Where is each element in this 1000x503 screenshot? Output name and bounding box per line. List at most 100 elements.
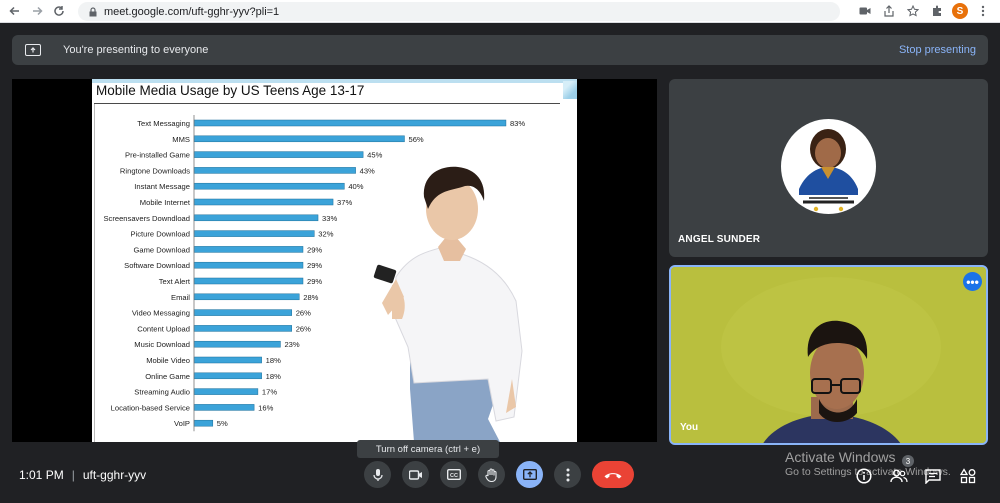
value-label: 18% [266,356,281,365]
bar [193,182,345,190]
value-label: 17% [262,388,277,397]
value-label: 56% [408,135,423,144]
present-button[interactable] [516,461,543,488]
category-label: Screensavers Downdload [103,214,190,223]
share-icon[interactable] [880,2,898,20]
self-label: You [680,422,699,433]
extensions-icon[interactable] [928,2,946,20]
value-label: 29% [307,261,322,270]
participant-avatar [781,119,876,214]
present-screen-icon [25,44,41,56]
category-label: Instant Message [134,182,190,191]
info-icon [856,468,872,484]
people-icon [890,469,908,483]
bar [193,230,315,237]
captions-icon: CC [446,469,461,480]
value-label: 40% [348,182,363,191]
camera-icon [408,469,422,480]
category-label: Email [171,293,190,302]
category-label: Streaming Audio [134,388,190,397]
category-label: Ringtone Downloads [120,166,190,175]
mic-button[interactable] [364,461,391,488]
value-label: 83% [510,119,525,128]
watermark-line-1: Activate Windows [785,449,896,465]
more-options-button[interactable] [554,461,581,488]
participant-name: ANGEL SUNDER [678,234,761,245]
stop-presenting-button[interactable]: Stop presenting [899,44,976,56]
bar [193,388,259,395]
category-label: Mobile Video [146,356,190,365]
chat-icon [925,468,941,484]
url-text: meet.google.com/uft-gghr-yyv?pli=1 [104,5,280,18]
value-label: 16% [258,403,273,412]
value-label: 28% [303,293,318,302]
value-label: 33% [322,214,337,223]
meeting-info: 1:01 PM | uft-gghr-yyv [19,468,146,482]
bar [193,340,281,348]
bar [193,372,262,380]
browser-menu-icon[interactable] [974,2,992,20]
camera-tooltip: Turn off camera (ctrl + e) [357,440,499,458]
captions-button[interactable]: CC [440,461,467,488]
bookmark-star-icon[interactable] [904,2,922,20]
participant-tile-angel[interactable]: ANGEL SUNDER [669,79,988,257]
mic-icon [372,468,383,481]
category-label: MMS [172,135,190,144]
address-bar[interactable]: meet.google.com/uft-gghr-yyv?pli=1 [78,2,840,21]
value-label: 32% [318,230,333,239]
reload-icon[interactable] [48,0,70,22]
back-icon[interactable] [4,0,26,22]
category-label: Location-based Service [111,403,190,412]
forward-icon[interactable] [26,0,48,22]
meeting-info-separator: | [71,468,75,482]
self-video-tile[interactable]: ••• You [669,265,988,445]
value-label: 29% [307,277,322,286]
presenting-banner: You're presenting to everyone Stop prese… [12,35,988,65]
presentation-tile: Mobile Media Usage by US Teens Age 13-17… [12,79,657,442]
category-label: Mobile Internet [140,198,191,207]
browser-profile-avatar[interactable]: S [952,3,968,19]
shared-slide: Mobile Media Usage by US Teens Age 13-17… [92,79,577,442]
more-vert-icon [566,468,569,481]
bar [193,293,300,301]
category-label: Pre-installed Game [125,151,190,160]
value-label: 37% [337,198,352,207]
category-label: VoIP [174,419,190,428]
category-label: Video Messaging [132,309,190,318]
camera-in-use-icon[interactable] [856,2,874,20]
people-button[interactable] [888,465,910,487]
svg-text:CC: CC [450,473,458,479]
bar [193,277,304,285]
category-label: Text Messaging [137,119,190,128]
participant-count-badge: 3 [902,455,914,467]
meeting-time: 1:01 PM [19,468,64,482]
bar [193,261,304,269]
category-label: Music Download [134,340,190,349]
bar [193,198,334,206]
leave-call-button[interactable] [592,461,634,488]
value-label: 29% [307,245,322,254]
value-label: 45% [367,151,382,160]
camera-button[interactable] [402,461,429,488]
present-icon [522,469,537,480]
bar [193,246,304,253]
activities-button[interactable] [957,465,979,487]
meeting-details-button[interactable] [853,465,875,487]
bar [193,404,255,411]
category-label: Game Download [133,245,190,254]
category-label: Software Download [124,261,190,270]
value-label: 23% [284,340,299,349]
more-options-icon[interactable]: ••• [963,272,982,291]
raise-hand-button[interactable] [478,461,505,488]
category-label: Online Game [145,372,190,381]
value-label: 26% [296,309,311,318]
bar [193,309,292,316]
bar [193,325,292,332]
value-label: 26% [296,324,311,333]
bar [193,214,319,222]
value-label: 18% [266,372,281,381]
presenting-text: You're presenting to everyone [63,44,209,56]
chat-button[interactable] [922,465,944,487]
hangup-icon [604,472,622,478]
self-camera-feed [671,267,986,443]
